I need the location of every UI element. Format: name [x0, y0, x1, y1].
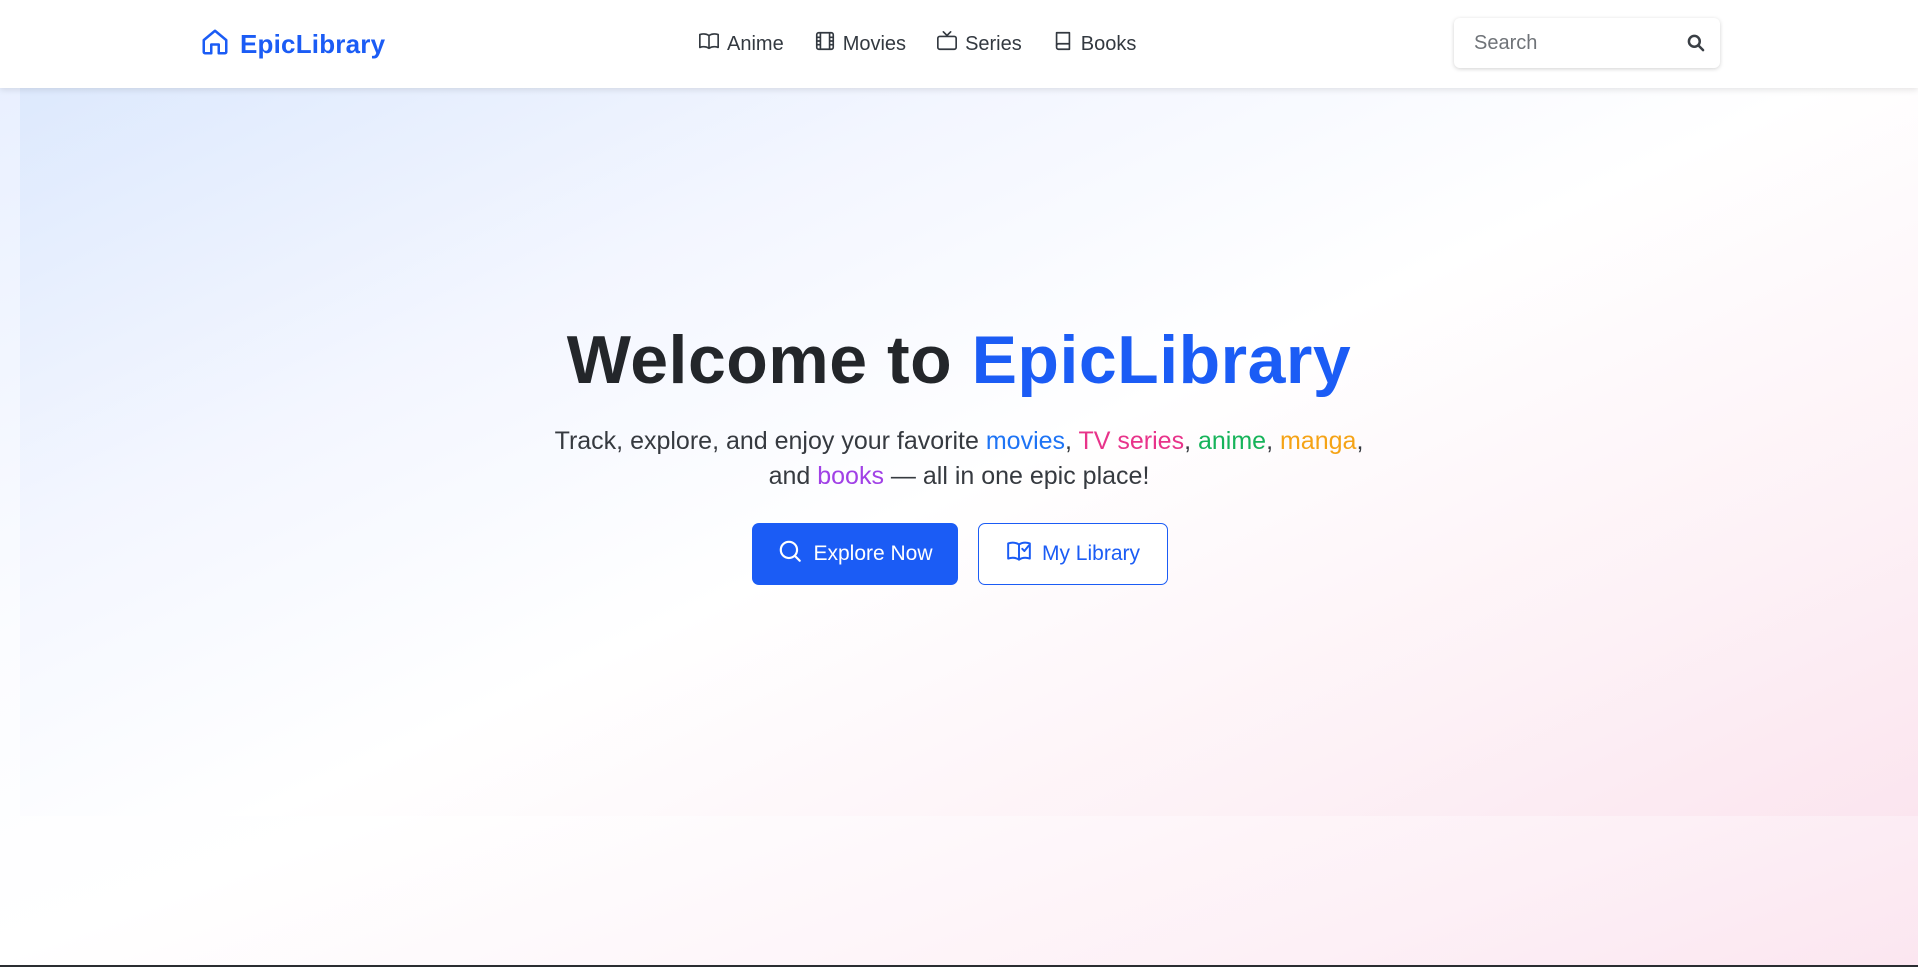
nav-item-series[interactable]: Series [936, 30, 1022, 58]
explore-now-label: Explore Now [813, 542, 933, 565]
nav-item-movies[interactable]: Movies [814, 30, 906, 58]
book-check-icon [1006, 538, 1032, 570]
highlight-books: books [817, 462, 884, 490]
search-input[interactable] [1454, 18, 1664, 68]
explore-now-button[interactable]: Explore Now [752, 523, 958, 585]
navbar: EpicLibrary Anime Movies Series Books Se… [0, 0, 1918, 88]
brand-name: EpicLibrary [240, 28, 386, 59]
nav-label: Anime [727, 32, 784, 55]
nav-label: Movies [842, 32, 907, 55]
highlight-anime: anime [1197, 427, 1267, 455]
search-box [1454, 18, 1720, 68]
nav-item-books[interactable]: Books [1052, 30, 1137, 58]
highlight-tv-series: TV series [1078, 427, 1185, 455]
subtitle-separator: , [1356, 427, 1364, 455]
nav-label: Series [965, 32, 1022, 55]
nav-item-anime[interactable]: Anime [698, 30, 784, 58]
subtitle-separator: , [1065, 427, 1079, 455]
my-library-label: My Library [1041, 542, 1141, 565]
page: EpicLibrary Anime Movies Series Books Se… [0, 0, 1918, 967]
brand-link[interactable]: EpicLibrary [200, 26, 385, 62]
subtitle-text: Track, explore, and enjoy your favorite [554, 427, 986, 455]
hero-subtitle: Track, explore, and enjoy your favorite … [519, 424, 1399, 494]
hero-title-prefix: Welcome to [566, 322, 972, 398]
search-icon[interactable] [1684, 31, 1708, 55]
hero-title: Welcome to EpicLibrary [0, 318, 1918, 402]
subtitle-separator: , [1184, 427, 1198, 455]
subtitle-text: and [768, 462, 818, 490]
highlight-manga: manga [1279, 427, 1357, 455]
highlight-movies: movies [985, 427, 1066, 455]
hero-title-accent: EpicLibrary [971, 322, 1352, 398]
subtitle-text: — all in one epic place! [883, 462, 1150, 490]
nav-label: Books [1080, 32, 1137, 55]
search-icon [777, 538, 803, 570]
home-icon [200, 27, 230, 62]
book-icon [1052, 30, 1074, 58]
tv-icon [936, 30, 958, 58]
open-book-icon [698, 30, 720, 58]
subtitle-separator: , [1266, 427, 1280, 455]
film-icon [814, 30, 836, 58]
main-nav: Anime Movies Series Books [698, 28, 1136, 60]
my-library-button[interactable]: My Library [978, 523, 1168, 585]
